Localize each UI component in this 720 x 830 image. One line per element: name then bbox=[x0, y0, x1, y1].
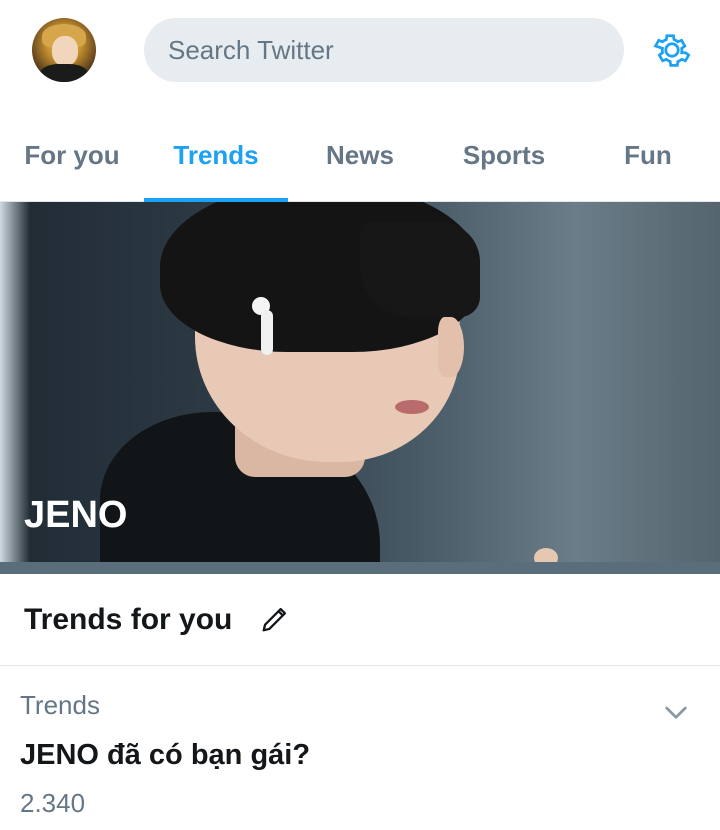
tab-trends[interactable]: Trends bbox=[144, 108, 288, 203]
trends-section-title: Trends for you bbox=[24, 603, 233, 636]
chevron-down-icon[interactable] bbox=[660, 696, 692, 728]
tab-label: Trends bbox=[173, 139, 259, 170]
avatar-face bbox=[52, 36, 78, 66]
tab-label: Sports bbox=[462, 139, 546, 170]
trend-count: 2.340 bbox=[20, 788, 86, 818]
explore-tabs: For you Trends News Sports Fun bbox=[0, 108, 720, 203]
earbud-stem bbox=[261, 310, 273, 355]
trend-category: Trends bbox=[20, 690, 100, 720]
hero-person-fringe bbox=[360, 222, 480, 317]
gear-icon bbox=[653, 34, 691, 67]
search-box[interactable] bbox=[144, 18, 624, 82]
trends-header: Trends for you bbox=[0, 574, 720, 666]
profile-avatar[interactable] bbox=[32, 18, 96, 82]
hero-person-nose bbox=[438, 317, 464, 377]
top-bar bbox=[0, 0, 720, 100]
hero-person-lip bbox=[395, 400, 429, 414]
tab-fun[interactable]: Fun bbox=[576, 108, 720, 202]
search-input[interactable] bbox=[166, 33, 610, 67]
settings-button[interactable] bbox=[648, 26, 696, 74]
tab-news[interactable]: News bbox=[288, 108, 432, 202]
hero-person-hand bbox=[534, 548, 558, 562]
trend-name: JENO đã có bạn gái? bbox=[20, 739, 311, 771]
hero-divider bbox=[0, 562, 720, 574]
tab-label: Fun bbox=[624, 139, 672, 170]
tab-for-you[interactable]: For you bbox=[0, 108, 144, 202]
trend-list-item[interactable]: Trends JENO đã có bạn gái? 2.340 bbox=[0, 666, 720, 830]
hero-title: JENO bbox=[24, 494, 128, 536]
tab-label: For you bbox=[24, 139, 120, 170]
tab-label: News bbox=[326, 139, 394, 170]
avatar-shirt bbox=[40, 64, 88, 82]
pencil-icon[interactable] bbox=[258, 602, 292, 636]
tab-sports[interactable]: Sports bbox=[432, 108, 576, 202]
hero-card[interactable]: JENO bbox=[0, 202, 720, 562]
